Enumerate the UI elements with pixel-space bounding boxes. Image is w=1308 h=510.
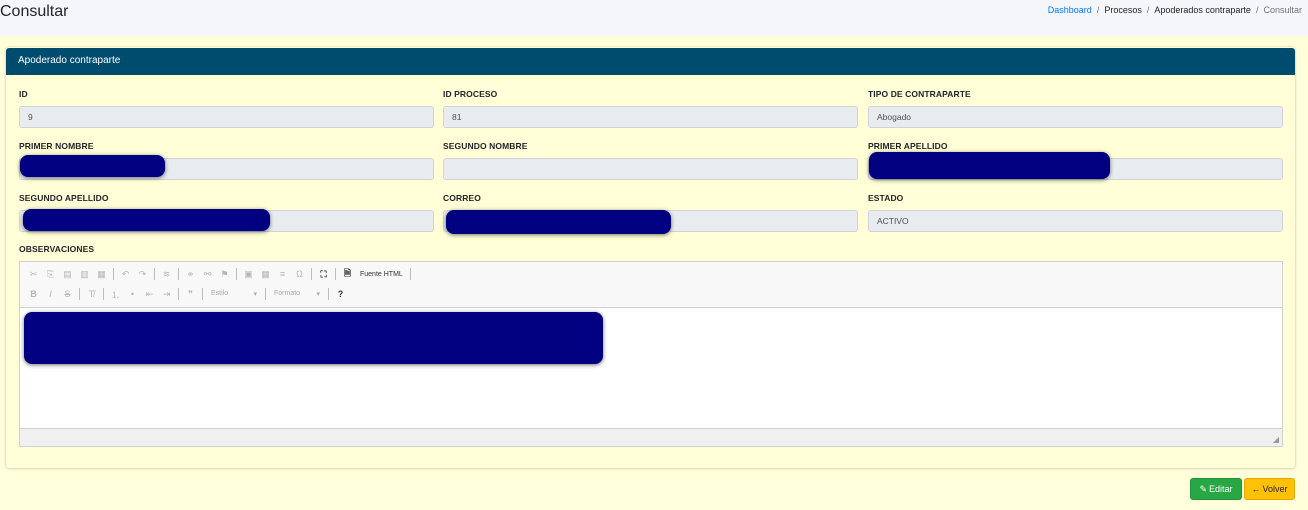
edit-button-label: Editar [1209,484,1233,494]
toolbar-divider [328,288,329,300]
id-field[interactable]: 9 [19,106,434,128]
toolbar-divider [154,268,155,280]
primer-nombre-label: PRIMER NOMBRE [19,141,94,151]
anchor-icon[interactable]: ⚑ [217,267,232,282]
toolbar-divider [236,268,237,280]
id-label: ID [19,89,28,99]
italic-icon[interactable]: I [43,287,58,302]
redaction-mask [23,209,270,231]
horizontal-line-icon[interactable]: ≡ [275,267,290,282]
chevron-down-icon: ▾ [253,291,257,298]
breadcrumb-dashboard-link[interactable]: Dashboard [1048,5,1092,15]
toolbar-divider [113,268,114,280]
toolbar-divider [178,268,179,280]
page-title: Consultar [0,3,69,20]
toolbar-divider [79,288,80,300]
edit-button[interactable]: ✎ Editar [1190,478,1242,500]
redaction-mask [24,312,603,364]
toolbar-row: ✂ ⎘ ▤ ▥ ▦ ↶ ↷ ≋ ⚭ ⚯ ⚑ ▣ ▦ ≡ Ω ⛶ 🗎 Fuente… [26,265,413,283]
paste-word-icon[interactable]: ▦ [94,267,109,282]
back-button-label: Volver [1262,484,1288,494]
toolbar-divider [265,288,266,300]
segundo-nombre-label: SEGUNDO NOMBRE [443,141,528,151]
special-char-icon[interactable]: Ω [292,267,307,282]
main-content: Apoderado contraparte ID 9 ID PROCESO 81… [0,36,1308,510]
source-icon[interactable]: 🗎 [340,267,355,282]
estado-field[interactable]: ACTIVO [868,210,1283,232]
breadcrumb: Dashboard / Procesos / Apoderados contra… [1048,5,1302,15]
redo-icon[interactable]: ↷ [135,267,150,282]
spellcheck-icon[interactable]: ≋ [159,267,174,282]
breadcrumb-separator: / [1255,5,1259,15]
observaciones-label: OBSERVACIONES [19,244,95,254]
observaciones-content-area[interactable] [20,308,1282,428]
editor-toolbar: ✂ ⎘ ▤ ▥ ▦ ↶ ↷ ≋ ⚭ ⚯ ⚑ ▣ ▦ ≡ Ω ⛶ 🗎 Fuente… [20,262,1282,308]
toolbar-divider [335,268,336,280]
unlink-icon[interactable]: ⚯ [200,267,215,282]
blockquote-icon[interactable]: ❞ [183,287,198,302]
redaction-mask [446,210,671,234]
observaciones-editor: ✂ ⎘ ▤ ▥ ▦ ↶ ↷ ≋ ⚭ ⚯ ⚑ ▣ ▦ ≡ Ω ⛶ 🗎 Fuente… [19,261,1283,447]
arrow-left-icon: ← [1251,484,1261,494]
toolbar-row: B I S T̸ ⒈ • ⇤ ⇥ ❞ Estilo ▾ Formato ▾ ? [26,285,348,303]
bold-icon[interactable]: B [26,287,41,302]
breadcrumb-procesos[interactable]: Procesos [1104,5,1142,15]
maximize-icon[interactable]: ⛶ [316,267,331,282]
tipo-contraparte-label: TIPO DE CONTRAPARTE [868,89,971,99]
breadcrumb-apoderados-contraparte[interactable]: Apoderados contraparte [1154,5,1251,15]
segundo-nombre-field[interactable] [443,158,858,180]
redaction-mask [20,155,165,177]
bulleted-list-icon[interactable]: • [125,287,140,302]
tipo-contraparte-field[interactable]: Abogado [868,106,1283,128]
table-icon[interactable]: ▦ [258,267,273,282]
edit-icon: ✎ [1199,483,1208,494]
toolbar-divider [202,288,203,300]
estado-label: ESTADO [868,193,904,203]
paste-icon[interactable]: ▤ [60,267,75,282]
strike-icon[interactable]: S [60,287,75,302]
back-button[interactable]: ← Volver [1244,478,1295,500]
undo-icon[interactable]: ↶ [118,267,133,282]
link-icon[interactable]: ⚭ [183,267,198,282]
numbered-list-icon[interactable]: ⒈ [108,287,123,302]
breadcrumb-separator: / [1096,5,1100,15]
source-html-button[interactable]: Fuente HTML [357,271,406,278]
outdent-icon[interactable]: ⇤ [142,287,157,302]
toolbar-divider [178,288,179,300]
indent-icon[interactable]: ⇥ [159,287,174,302]
primer-apellido-label: PRIMER APELLIDO [868,141,948,151]
detail-card: Apoderado contraparte ID 9 ID PROCESO 81… [6,47,1295,468]
redaction-mask [869,152,1110,179]
copy-icon[interactable]: ⎘ [43,267,58,282]
content-header: Consultar Dashboard / Procesos / Apodera… [0,0,1308,36]
breadcrumb-consultar: Consultar [1263,5,1302,15]
remove-format-icon[interactable]: T̸ [84,287,99,302]
format-dropdown-label: Formato [274,290,301,297]
format-dropdown[interactable]: Formato ▾ [270,290,324,298]
resize-handle-icon[interactable]: ◢ [1273,435,1279,444]
id-proceso-field[interactable]: 81 [443,106,858,128]
help-button[interactable]: ? [333,287,348,302]
segundo-apellido-label: SEGUNDO APELLIDO [19,193,109,203]
card-title: Apoderado contraparte [6,48,1295,75]
image-icon[interactable]: ▣ [241,267,256,282]
paste-text-icon[interactable]: ▥ [77,267,92,282]
editor-status-bar: ◢ [20,428,1282,446]
chevron-down-icon: ▾ [316,291,320,298]
style-dropdown-label: Estilo [211,290,229,297]
cut-icon[interactable]: ✂ [26,267,41,282]
id-proceso-label: ID PROCESO [443,89,498,99]
correo-label: CORREO [443,193,481,203]
toolbar-divider [103,288,104,300]
style-dropdown[interactable]: Estilo ▾ [207,290,261,298]
breadcrumb-separator: / [1146,5,1150,15]
toolbar-divider [409,268,411,280]
toolbar-divider [311,268,312,280]
